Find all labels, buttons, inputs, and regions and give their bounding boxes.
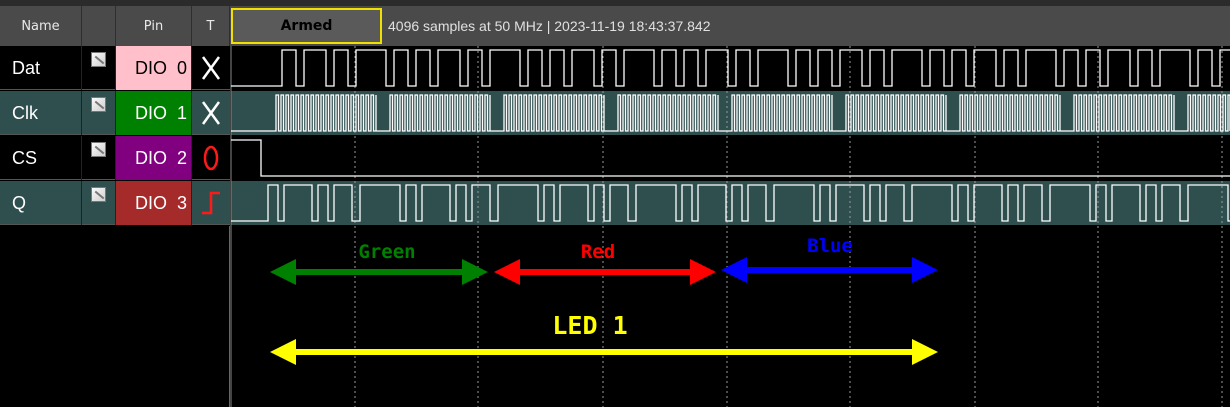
blue-arrow <box>721 257 938 283</box>
trace-row-bg <box>231 91 1230 135</box>
led-label: LED 1 <box>552 311 627 340</box>
blue-label: Blue <box>807 235 853 257</box>
waveform-area[interactable]: Green Red Blue LED 1 <box>0 0 1230 407</box>
green-label: Green <box>358 241 415 263</box>
led-arrow <box>270 339 938 365</box>
trace-row-bg <box>231 181 1230 225</box>
trace-row-bg <box>231 136 1230 180</box>
red-label: Red <box>581 241 615 263</box>
trace-row-bg <box>231 46 1230 90</box>
